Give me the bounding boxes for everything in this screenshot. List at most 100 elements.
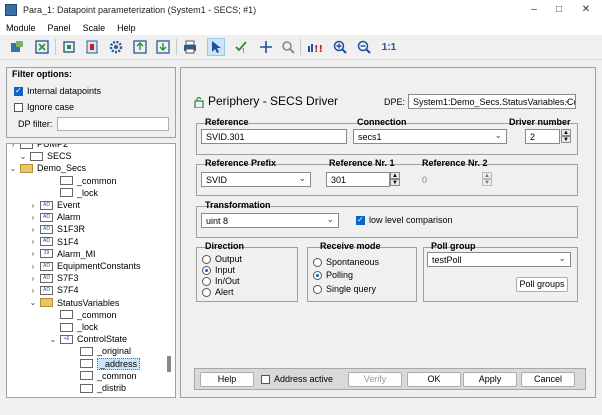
tree-item[interactable]: _lock <box>49 321 98 333</box>
internal-datapoints-label: Internal datapoints <box>27 86 102 96</box>
tree-scrollbar-thumb[interactable] <box>167 356 171 372</box>
nr2-value[interactable]: 0 <box>422 175 427 185</box>
low-level-comparison-label: low level comparison <box>369 215 453 225</box>
driver-spin-up[interactable]: ▲ <box>561 129 571 136</box>
datapoint-icon[interactable] <box>60 38 78 56</box>
receive-single-query-radio[interactable] <box>313 285 322 294</box>
tree-item[interactable]: › AD S1F3R <box>29 223 85 235</box>
receive-polling-radio[interactable] <box>313 271 322 280</box>
tree-item[interactable]: ⌄ Demo_Secs <box>9 162 86 174</box>
nr1-title: Reference Nr. 1 <box>329 158 395 168</box>
tree-item[interactable]: › AD S7F4 <box>29 284 79 296</box>
expand-chevron-icon[interactable]: ⌄ <box>49 335 57 344</box>
check-icon[interactable]: ! <box>232 38 250 56</box>
expand-chevron-icon[interactable]: › <box>29 262 37 271</box>
tree-item[interactable]: ⌄ +6 ControlState <box>49 333 127 345</box>
ok-button[interactable]: OK <box>407 372 461 387</box>
alert-icon[interactable]: !! <box>306 38 324 56</box>
module-icon[interactable] <box>8 38 26 56</box>
expand-chevron-icon[interactable]: ⌄ <box>9 164 17 173</box>
tree-item[interactable]: _original <box>69 345 131 357</box>
search-icon[interactable] <box>279 38 297 56</box>
apply-button[interactable]: Apply <box>463 372 517 387</box>
tree-item[interactable]: › AD S1F4 <box>29 236 79 248</box>
expand-chevron-icon[interactable]: › <box>29 225 37 234</box>
menu-bar: Module Panel Scale Help <box>0 20 602 35</box>
nr1-spin-down[interactable]: ▼ <box>390 179 400 186</box>
zoom-in-icon[interactable] <box>331 38 349 56</box>
transformation-select[interactable]: uint 8 <box>201 213 339 228</box>
expand-chevron-icon[interactable]: ⌄ <box>19 152 27 161</box>
direction-inout-radio[interactable] <box>202 277 211 286</box>
tree-item[interactable]: ⌄ SECS <box>19 150 72 162</box>
driver-spin-down[interactable]: ▼ <box>561 136 571 143</box>
expand-chevron-icon[interactable]: › <box>29 237 37 246</box>
expand-chevron-icon[interactable]: › <box>29 201 37 210</box>
tree-item[interactable]: › AD Alarm <box>29 211 81 223</box>
direction-output-radio[interactable] <box>202 255 211 264</box>
poll-group-select[interactable]: testPoll <box>427 252 571 267</box>
menu-scale[interactable]: Scale <box>83 23 106 33</box>
low-level-comparison-checkbox[interactable] <box>356 215 365 225</box>
cancel-button[interactable]: Cancel <box>521 372 575 387</box>
minimize-button[interactable]: – <box>527 3 541 17</box>
zoom-out-icon[interactable] <box>355 38 373 56</box>
tree-item[interactable]: › PUMP2 <box>9 144 68 150</box>
tree-item[interactable]: _distrib <box>69 382 126 394</box>
import-icon[interactable] <box>154 38 172 56</box>
expand-chevron-icon[interactable]: › <box>29 213 37 222</box>
settings-gear-icon[interactable] <box>107 38 125 56</box>
configure-icon[interactable] <box>83 38 101 56</box>
dpe-label: DPE: <box>384 97 406 107</box>
expand-chevron-icon[interactable]: › <box>29 286 37 295</box>
reference-input[interactable]: SVID.301 <box>201 129 347 144</box>
nr1-input[interactable]: 301 <box>326 172 390 187</box>
tree-item[interactable]: _common <box>49 175 117 187</box>
tree-item-label: _common <box>97 370 137 381</box>
expand-chevron-icon[interactable]: › <box>29 249 37 258</box>
move-icon[interactable] <box>257 38 275 56</box>
verify-button[interactable]: Verify <box>348 372 402 387</box>
prefix-select[interactable]: SVID <box>201 172 311 187</box>
nr2-spin-down[interactable]: ▼ <box>482 179 492 186</box>
ignore-case-checkbox[interactable] <box>14 103 23 112</box>
direction-input-radio[interactable] <box>202 266 211 275</box>
dpe-selector[interactable]: System1:Demo_Secs.StatusVariables.Co <box>408 94 576 109</box>
help-button[interactable]: Help <box>200 372 254 387</box>
connection-select[interactable]: secs1 <box>353 129 507 144</box>
export-icon[interactable] <box>131 38 149 56</box>
tree-item[interactable]: › AD Event <box>29 199 80 211</box>
tree-item[interactable]: › AD S7F3 <box>29 272 79 284</box>
select-pointer-icon[interactable] <box>207 38 225 56</box>
tree-item[interactable]: › AD EquipmentConstants <box>29 260 141 272</box>
poll-groups-button[interactable]: Poll groups <box>516 277 568 292</box>
nr2-title: Reference Nr. 2 <box>422 158 488 168</box>
close-panel-icon[interactable] <box>33 38 51 56</box>
receive-spontaneous-radio[interactable] <box>313 258 322 267</box>
app-icon <box>5 4 17 16</box>
nr2-spin-up[interactable]: ▲ <box>482 172 492 179</box>
print-icon[interactable] <box>181 38 199 56</box>
tree-item[interactable]: _common <box>69 370 137 382</box>
close-button[interactable]: ✕ <box>579 3 593 17</box>
expand-chevron-icon[interactable]: ⌄ <box>29 298 37 307</box>
expand-chevron-icon[interactable]: › <box>29 274 37 283</box>
tree-item[interactable]: › 29 Alarm_MI <box>29 248 96 260</box>
tree-item[interactable]: _lock <box>49 187 98 199</box>
nr1-spin-up[interactable]: ▲ <box>390 172 400 179</box>
tree-item[interactable]: ⌄ StatusVariables <box>29 297 120 309</box>
receive-polling-label: Polling <box>326 270 354 280</box>
internal-datapoints-checkbox[interactable] <box>14 86 23 96</box>
menu-panel[interactable]: Panel <box>48 23 71 33</box>
menu-help[interactable]: Help <box>117 23 136 33</box>
address-active-checkbox[interactable] <box>261 375 270 384</box>
direction-alert-radio[interactable] <box>202 288 211 297</box>
dp-filter-input[interactable] <box>57 117 169 131</box>
driver-number-input[interactable]: 2 <box>525 129 560 144</box>
tree-item[interactable]: _address <box>69 357 141 370</box>
zoom-reset-icon[interactable]: 1:1 <box>378 38 400 56</box>
expand-chevron-icon[interactable]: › <box>9 144 17 149</box>
tree-item[interactable]: _common <box>49 309 117 321</box>
menu-module[interactable]: Module <box>6 23 36 33</box>
maximize-button[interactable]: □ <box>552 3 566 17</box>
